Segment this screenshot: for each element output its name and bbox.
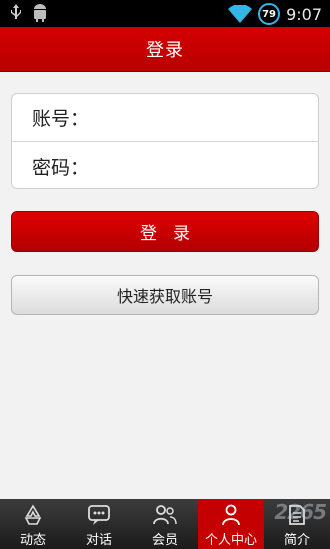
nav-item-members[interactable]: 会员: [132, 499, 198, 549]
status-bar: 79 9:07: [0, 0, 330, 27]
page-title: 登录: [146, 40, 184, 61]
members-icon: [152, 504, 178, 526]
nav-label: 对话: [85, 533, 112, 548]
login-button[interactable]: 登录: [11, 211, 319, 252]
nav-item-personal-center[interactable]: 个人中心: [198, 499, 264, 549]
nav-label: 会员: [151, 533, 178, 548]
password-input[interactable]: [95, 148, 308, 184]
nav-item-chat[interactable]: 对话: [66, 499, 132, 549]
account-input[interactable]: [95, 99, 308, 136]
nav-label: 个人中心: [204, 533, 257, 548]
nav-item-dynamic[interactable]: 动态: [0, 499, 66, 549]
chat-bubble-icon: [87, 504, 111, 526]
account-row: 账号：: [12, 94, 318, 142]
nav-label: 动态: [19, 533, 46, 548]
password-row: 密码：: [12, 142, 318, 190]
android-debug-icon: [32, 4, 48, 22]
clock: 9:07: [286, 4, 322, 24]
battery-indicator: 79: [258, 3, 281, 25]
app-header: 登录: [0, 27, 330, 72]
usb-icon: [10, 4, 22, 22]
watermark: 2265: [274, 500, 327, 524]
password-label: 密码：: [32, 156, 90, 179]
account-label: 账号：: [32, 108, 90, 130]
wifi-icon: [228, 5, 253, 23]
nav-label: 简介: [283, 533, 310, 548]
quick-account-button[interactable]: 快速获取账号: [11, 275, 319, 315]
login-form: 账号： 密码：: [11, 93, 319, 189]
person-icon: [220, 504, 242, 526]
recycle-icon: [22, 504, 44, 526]
